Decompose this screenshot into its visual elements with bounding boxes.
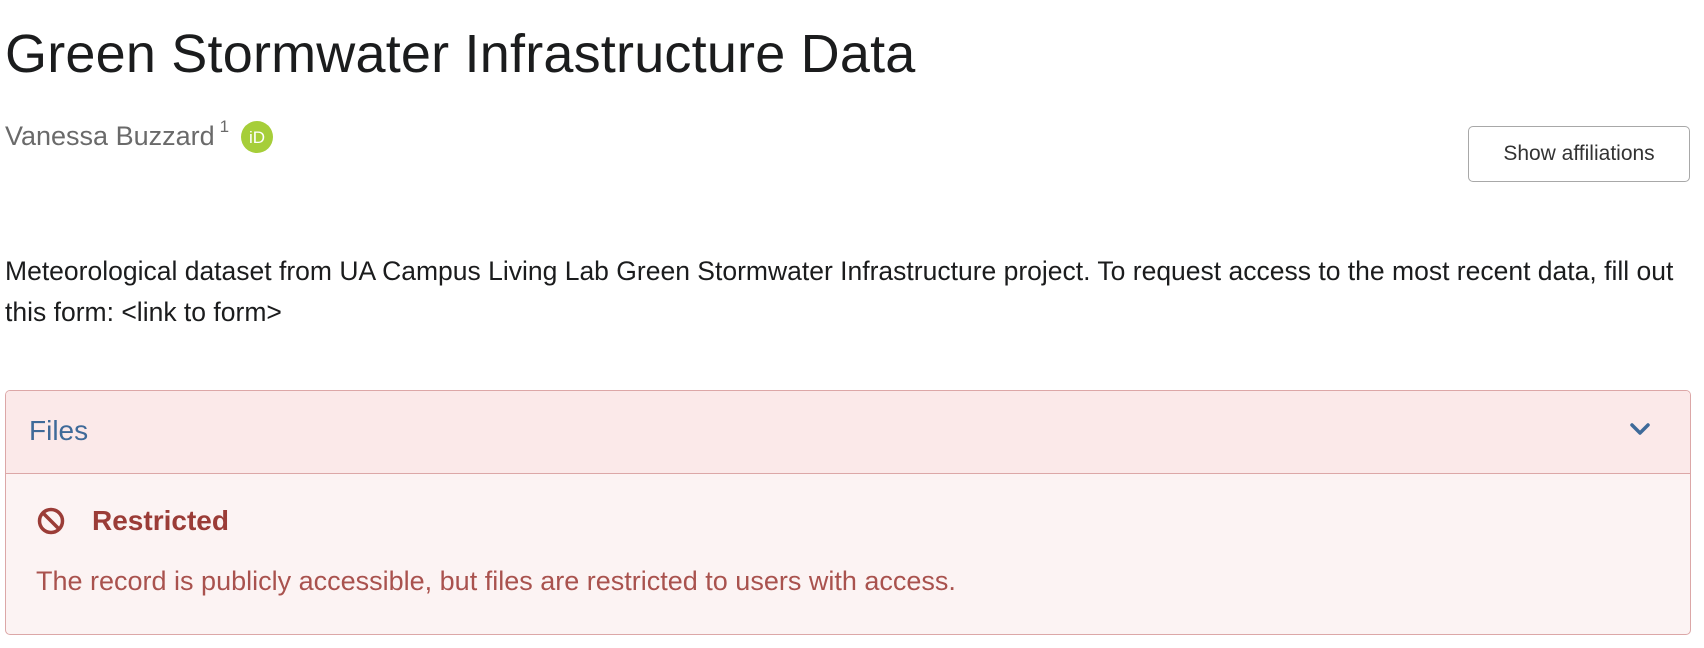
files-panel: Files Restricted The record is publicly …: [5, 390, 1691, 635]
svg-text:iD: iD: [249, 128, 265, 147]
creators-list: Vanessa Buzzard 1 iD: [5, 117, 274, 153]
record-description: Meteorological dataset from UA Campus Li…: [5, 256, 1674, 327]
chevron-down-icon[interactable]: [1628, 420, 1652, 438]
show-affiliations-button[interactable]: Show affiliations: [1468, 126, 1690, 182]
restricted-message: The record is publicly accessible, but f…: [36, 566, 956, 596]
files-accordion-header[interactable]: Files: [6, 391, 1690, 474]
ban-icon: [36, 506, 66, 536]
orcid-icon[interactable]: iD: [241, 121, 274, 153]
page-title: Green Stormwater Infrastructure Data: [5, 24, 916, 84]
files-title: Files: [29, 415, 89, 446]
creator-affiliation-index: 1: [219, 117, 230, 136]
restricted-label: Restricted: [92, 505, 229, 536]
creator-name[interactable]: Vanessa Buzzard: [5, 120, 215, 152]
restricted-status: Restricted: [36, 504, 229, 538]
